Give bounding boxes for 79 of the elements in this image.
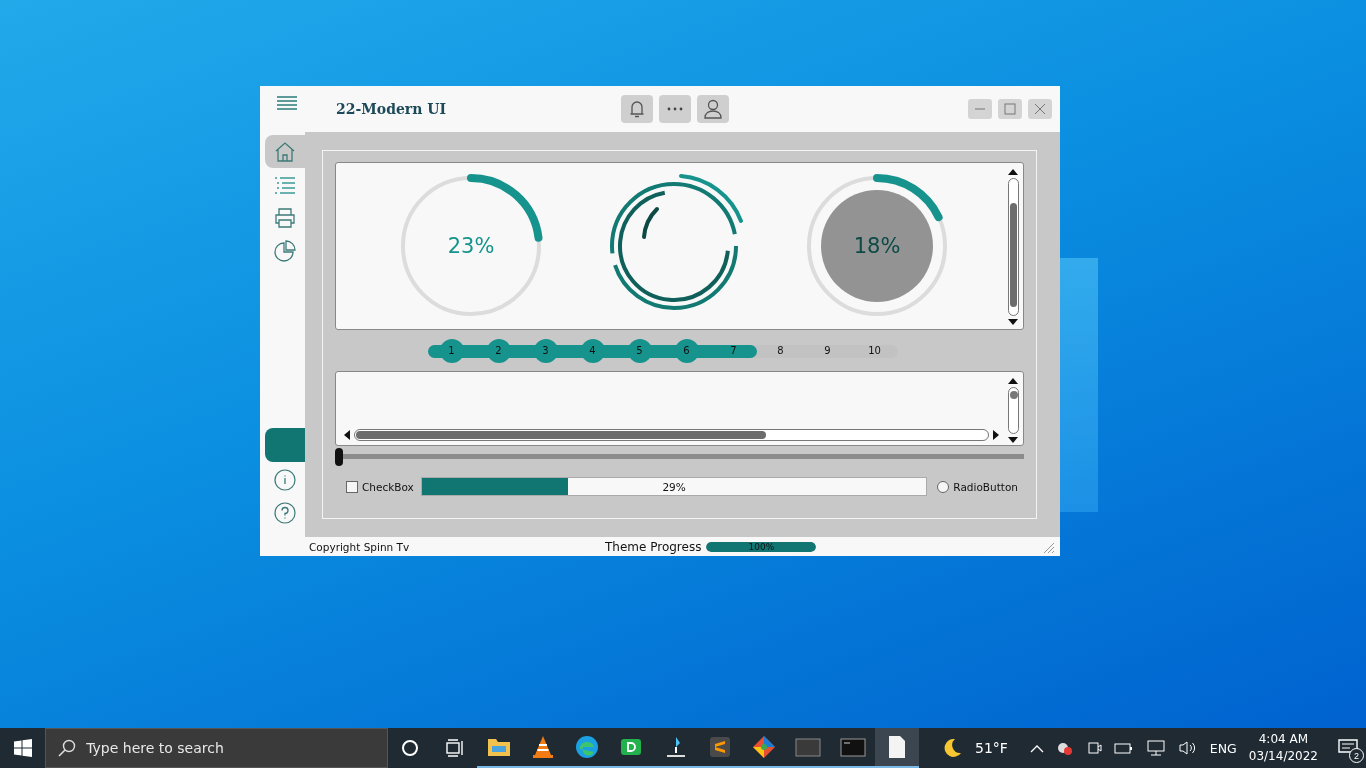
- maximize-icon: [1004, 103, 1016, 115]
- theme-progress-reading: 100%: [748, 541, 775, 552]
- radio-label: RadioButton: [953, 480, 1018, 493]
- step-number[interactable]: 8: [768, 338, 793, 363]
- weather-temperature[interactable]: 51°F: [975, 740, 1008, 756]
- theme-progress-label: Theme Progress: [605, 539, 702, 554]
- close-icon: [1034, 103, 1046, 115]
- notifications-button[interactable]: 2: [1329, 728, 1366, 768]
- info-icon: [274, 468, 296, 491]
- diamond-icon: [752, 735, 777, 759]
- clock-time[interactable]: 4:04 AM: [1258, 731, 1309, 748]
- step-number[interactable]: 9: [815, 338, 840, 363]
- menu-icon[interactable]: [277, 96, 297, 110]
- step-number[interactable]: 3: [533, 338, 558, 363]
- scrollbar-track[interactable]: [1007, 387, 1019, 434]
- checkbox-square[interactable]: [346, 480, 358, 493]
- step-number[interactable]: 4: [580, 338, 605, 363]
- percent-reading: 18%: [853, 234, 901, 258]
- user-icon: [702, 98, 724, 120]
- percent-reading: 23%: [447, 234, 495, 258]
- close-button[interactable]: [1028, 99, 1052, 119]
- step-number[interactable]: 6: [674, 338, 699, 363]
- step-number[interactable]: 7: [721, 338, 746, 363]
- document-icon: [886, 735, 907, 759]
- slider[interactable]: [335, 446, 1024, 468]
- language-indicator[interactable]: ENG: [1209, 740, 1237, 756]
- radio-button[interactable]: RadioButton: [937, 480, 1018, 493]
- user-button[interactable]: [697, 95, 729, 123]
- speaker-icon[interactable]: [1177, 740, 1198, 756]
- traffic-cone-icon: [532, 735, 554, 759]
- scrollbar-thumb[interactable]: [1009, 203, 1017, 307]
- network-icon[interactable]: [1145, 740, 1166, 756]
- letter-d-icon: [619, 736, 644, 758]
- pie-chart-icon: [274, 239, 296, 262]
- more-icon: [667, 107, 683, 111]
- clock-date[interactable]: 03/14/2022: [1248, 748, 1318, 765]
- windows-logo-icon: [13, 739, 32, 757]
- scroll-up-arrow-icon[interactable]: [1008, 378, 1018, 384]
- notification-count: 2: [1348, 748, 1364, 763]
- copyright-text: Copyright Spinn Tv: [309, 540, 411, 553]
- list-icon: [274, 175, 296, 194]
- notification-button[interactable]: [621, 95, 653, 123]
- step-number[interactable]: 1: [439, 338, 464, 363]
- radio-circle[interactable]: [937, 480, 950, 493]
- folder-icon: [486, 736, 511, 758]
- scroll-up-arrow-icon[interactable]: [1008, 169, 1018, 175]
- scroll-down-arrow-icon[interactable]: [1008, 319, 1018, 325]
- slider-thumb[interactable]: [335, 448, 343, 466]
- window-icon: [795, 736, 822, 758]
- terminal-icon: [839, 736, 866, 758]
- checkbox[interactable]: CheckBox: [346, 480, 414, 493]
- checkbox-label: CheckBox: [362, 480, 414, 493]
- step-number[interactable]: 10: [862, 338, 887, 363]
- file-app-button[interactable]: [874, 728, 919, 768]
- scrollbar-thumb[interactable]: [356, 431, 767, 439]
- scroll-right-arrow-icon[interactable]: [993, 430, 999, 440]
- help-icon: [274, 501, 296, 524]
- battery-icon[interactable]: [1113, 741, 1134, 755]
- circle-icon: [401, 739, 420, 757]
- camera-icon[interactable]: [1085, 740, 1102, 756]
- printer-icon: [274, 206, 296, 229]
- step-number[interactable]: 2: [486, 338, 511, 363]
- window-title: 22-Modern UI: [336, 101, 447, 117]
- text-editor-icon: [707, 735, 732, 759]
- cloud-icon[interactable]: [1055, 740, 1074, 756]
- chevron-up-icon[interactable]: [1029, 743, 1044, 753]
- search-field[interactable]: Type here to search: [45, 728, 389, 768]
- home-icon: [274, 140, 296, 163]
- browser-icon: [575, 735, 600, 759]
- scrollbar-track[interactable]: [354, 429, 989, 441]
- scrollbar-track[interactable]: [1007, 178, 1019, 316]
- task-view-icon: [444, 739, 465, 757]
- home-nav-button[interactable]: [265, 135, 305, 168]
- scroll-left-arrow-icon[interactable]: [344, 430, 350, 440]
- step-number[interactable]: 5: [627, 338, 652, 363]
- scrollbar-thumb[interactable]: [1009, 391, 1018, 399]
- scroll-down-arrow-icon[interactable]: [1008, 437, 1018, 443]
- progress-reading: 29%: [662, 480, 686, 493]
- resize-grip-icon[interactable]: [1042, 540, 1054, 553]
